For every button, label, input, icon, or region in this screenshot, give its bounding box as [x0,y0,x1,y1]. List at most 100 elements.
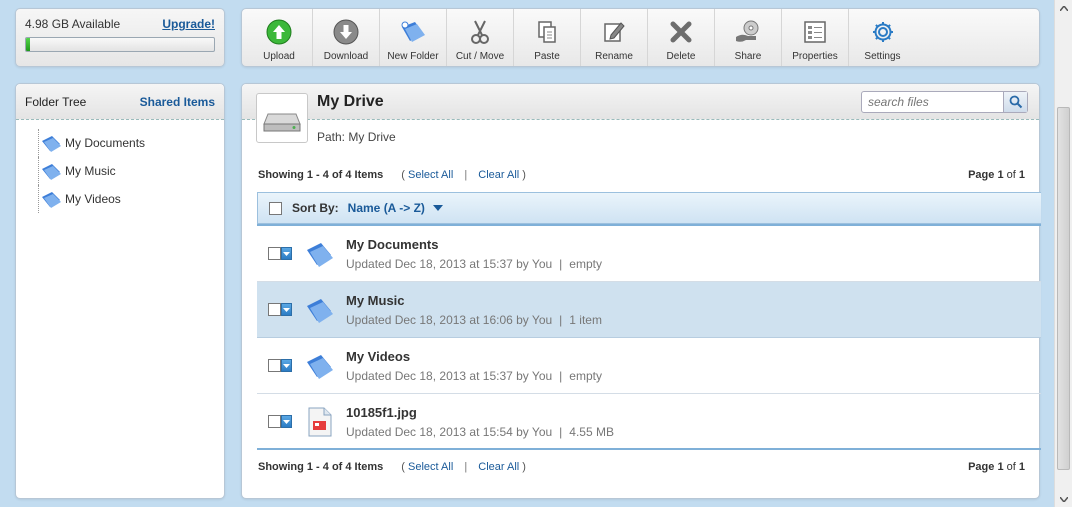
page-label: Page [968,461,995,473]
row-actions-dropdown[interactable] [281,303,292,316]
upload-button[interactable]: Upload [246,9,313,66]
tree-item-my-videos[interactable]: My Videos [38,185,224,213]
file-updated: Updated Dec 18, 2013 at 15:37 by You [346,369,553,383]
page-title: My Drive [317,93,384,110]
paste-icon [533,18,561,46]
row-select-checkbox[interactable] [268,247,292,260]
file-name[interactable]: 10185f1.jpg [346,405,417,420]
search-button[interactable] [1003,92,1027,112]
folder-tree-panel: Folder Tree Shared Items My Documents My… [15,83,225,499]
storage-available-label: 4.98 GB Available [25,17,121,31]
share-label: Share [734,51,762,62]
folder-icon [42,136,61,152]
clear-all-link[interactable]: Clear All [478,461,519,473]
delete-button[interactable]: Delete [648,9,715,66]
file-updated: Updated Dec 18, 2013 at 16:06 by You [346,313,553,327]
chevron-down-icon [283,363,290,368]
tree-item-my-documents[interactable]: My Documents [38,129,224,157]
page-current: 1 [997,169,1004,181]
cut-move-label: Cut / Move [455,51,505,62]
showing-count: Showing 1 - 4 of 4 Items [258,461,384,473]
main-panel: My Drive Path: My Drive Showing 1 - 4 of… [241,83,1041,499]
shared-items-link[interactable]: Shared Items [140,95,215,109]
row-select-checkbox[interactable] [268,303,292,316]
rename-button[interactable]: Rename [581,9,648,66]
file-row-my-documents[interactable]: My Documents Updated Dec 18, 2013 at 15:… [257,226,1041,282]
tree-item-my-music[interactable]: My Music [38,157,224,185]
meta-separator: | [559,369,563,383]
file-name[interactable]: My Documents [346,237,438,252]
download-button[interactable]: Download [313,9,380,66]
chevron-down-icon[interactable] [432,205,443,211]
select-all-link[interactable]: Select All [408,461,453,473]
folder-icon [307,299,333,323]
scrollbar-thumb[interactable] [1057,107,1070,470]
file-row-my-music[interactable]: My Music Updated Dec 18, 2013 at 16:06 b… [257,282,1041,338]
folder-tree-title: Folder Tree [25,94,87,109]
meta-separator: | [559,257,563,271]
checkbox-box[interactable] [268,303,281,316]
close-paren: ) [522,169,526,181]
file-detail: 4.55 MB [569,425,614,439]
cut-move-button[interactable]: Cut / Move [447,9,514,66]
folder-tree-header: Folder Tree Shared Items [16,84,224,120]
row-select-checkbox[interactable] [268,415,292,428]
properties-label: Properties [792,51,838,62]
gear-icon [869,18,897,46]
storage-panel: 4.98 GB Available Upgrade! [15,8,225,67]
paste-label: Paste [534,51,560,62]
sort-value[interactable]: Name (A -> Z) [348,201,425,215]
chevron-down-icon [1060,496,1068,502]
folder-icon [42,164,61,180]
row-select-checkbox[interactable] [268,359,292,372]
showing-count: Showing 1 - 4 of 4 Items [258,169,384,181]
select-all-link[interactable]: Select All [408,169,453,181]
chevron-down-icon [283,307,290,312]
new-folder-icon [399,18,427,46]
row-actions-dropdown[interactable] [281,359,292,372]
path-value: My Drive [348,130,396,144]
chevron-down-icon [283,251,290,256]
folder-icon [307,355,333,379]
open-paren: ( [401,461,405,473]
file-meta: Updated Dec 18, 2013 at 16:06 by You | 1 i… [346,313,602,327]
tree-item-label: My Videos [65,192,121,206]
properties-button[interactable]: Properties [782,9,849,66]
clear-all-link[interactable]: Clear All [478,169,519,181]
search-input[interactable] [862,92,1003,112]
meta-separator: | [559,313,563,327]
file-name[interactable]: My Videos [346,349,410,364]
file-meta: Updated Dec 18, 2013 at 15:37 by You | emp… [346,257,602,271]
select-all-checkbox[interactable] [269,201,282,215]
page-indicator: Page 1 of 1 [968,461,1025,473]
path-breadcrumb: Path: My Drive [317,130,396,144]
link-separator: | [464,169,468,181]
file-row-10185f1-jpg[interactable]: 10185f1.jpg Updated Dec 18, 2013 at 15:5… [257,394,1041,450]
delete-icon [667,18,695,46]
tree-item-label: My Documents [65,136,146,150]
download-icon [332,18,360,46]
settings-button[interactable]: Settings [849,9,916,66]
vertical-scrollbar[interactable] [1054,0,1072,507]
checkbox-box[interactable] [268,359,281,372]
row-actions-dropdown[interactable] [281,415,292,428]
download-label: Download [323,51,369,62]
storage-usage-bar [25,37,215,52]
checkbox-box[interactable] [268,415,281,428]
scroll-down-button[interactable] [1055,491,1072,507]
list-divider [257,448,1041,450]
checkbox-box[interactable] [268,247,281,260]
new-folder-label: New Folder [387,51,439,62]
sort-bar: Sort By: Name (A -> Z) [257,192,1041,224]
file-row-my-videos[interactable]: My Videos Updated Dec 18, 2013 at 15:37 … [257,338,1041,394]
share-button[interactable]: Share [715,9,782,66]
paste-button[interactable]: Paste [514,9,581,66]
scroll-up-button[interactable] [1055,0,1072,16]
file-name[interactable]: My Music [346,293,405,308]
folder-icon [42,192,61,208]
upgrade-link[interactable]: Upgrade! [162,17,215,31]
folder-tree-list: My Documents My Music My Videos [16,120,224,213]
row-actions-dropdown[interactable] [281,247,292,260]
path-label: Path: [317,130,346,144]
new-folder-button[interactable]: New Folder [380,9,447,66]
